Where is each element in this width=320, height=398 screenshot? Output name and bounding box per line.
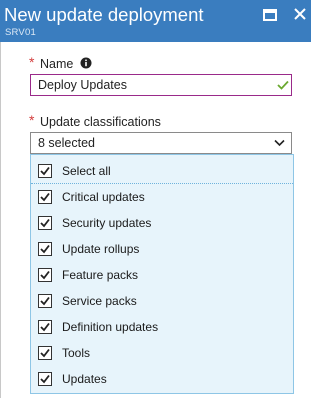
option-label: Service packs xyxy=(62,294,137,308)
option-definition-updates[interactable]: Definition updates xyxy=(31,314,293,340)
option-label: Definition updates xyxy=(62,320,159,334)
chevron-down-icon xyxy=(274,139,285,147)
option-label: Tools xyxy=(62,346,91,360)
blade-header: New update deployment SRV01 xyxy=(0,0,311,42)
option-select-all[interactable]: Select all xyxy=(31,158,293,184)
option-label: Select all xyxy=(62,164,111,178)
required-marker: * xyxy=(29,54,35,70)
checkbox-checked-icon[interactable] xyxy=(38,242,52,256)
checkbox-checked-icon[interactable] xyxy=(38,164,52,178)
option-label: Critical updates xyxy=(62,190,145,204)
check-icon xyxy=(277,80,289,90)
update-classifications-dropdown: Select all Critical updates Security upd… xyxy=(30,154,294,394)
checkbox-checked-icon[interactable] xyxy=(38,372,52,386)
close-icon[interactable] xyxy=(293,7,307,21)
option-label: Security updates xyxy=(62,216,152,230)
info-icon[interactable] xyxy=(80,57,92,69)
option-updates[interactable]: Updates xyxy=(31,366,293,392)
option-label: Updates xyxy=(62,372,107,386)
option-service-packs[interactable]: Service packs xyxy=(31,288,293,314)
option-update-rollups[interactable]: Update rollups xyxy=(31,236,293,262)
checkbox-checked-icon[interactable] xyxy=(38,216,52,230)
update-classifications-select[interactable]: 8 selected xyxy=(30,132,292,154)
checkbox-checked-icon[interactable] xyxy=(38,320,52,334)
option-security-updates[interactable]: Security updates xyxy=(31,210,293,236)
option-tools[interactable]: Tools xyxy=(31,340,293,366)
selected-count: 8 selected xyxy=(38,136,95,150)
checkbox-checked-icon[interactable] xyxy=(38,190,52,204)
option-label: Feature packs xyxy=(62,268,139,282)
update-classifications-label: Update classifications xyxy=(40,115,161,129)
option-feature-packs[interactable]: Feature packs xyxy=(31,262,293,288)
option-label: Update rollups xyxy=(62,242,140,256)
option-critical-updates[interactable]: Critical updates xyxy=(31,184,293,210)
name-input[interactable] xyxy=(30,74,292,96)
maximize-icon[interactable] xyxy=(263,9,277,21)
checkbox-checked-icon[interactable] xyxy=(38,294,52,308)
blade-title: New update deployment xyxy=(4,4,204,25)
checkbox-checked-icon[interactable] xyxy=(38,346,52,360)
name-label: Name xyxy=(40,57,74,71)
blade-subtitle: SRV01 xyxy=(5,27,36,38)
blade-edge xyxy=(0,42,1,398)
checkbox-checked-icon[interactable] xyxy=(38,268,52,282)
required-marker: * xyxy=(29,112,35,128)
